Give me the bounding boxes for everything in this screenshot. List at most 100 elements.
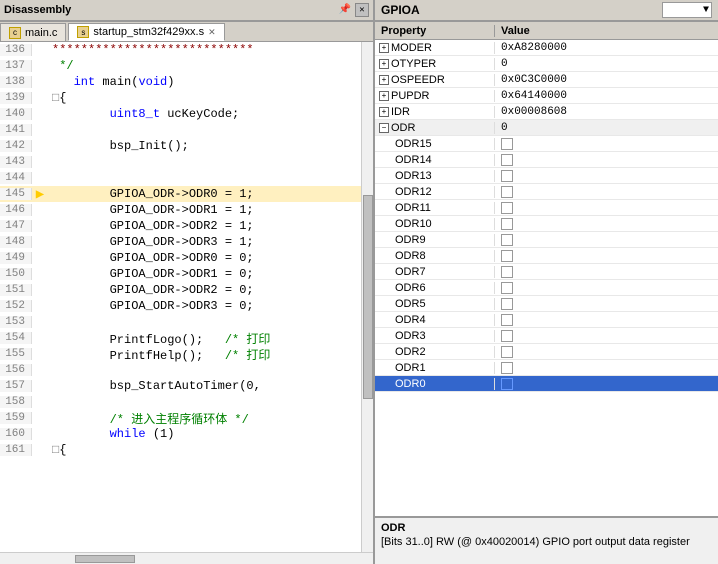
reg-value-otyper: 0 — [495, 58, 718, 70]
code-line-152[interactable]: 152 GPIOA_ODR->ODR3 = 0; — [0, 298, 361, 314]
reg-row-odr10[interactable]: ODR10 — [375, 216, 718, 232]
reg-row-odr2[interactable]: ODR2 — [375, 344, 718, 360]
code-horizontal-scrollbar[interactable] — [0, 552, 373, 564]
reg-info-name: ODR — [381, 522, 712, 534]
odr3-checkbox[interactable] — [501, 330, 513, 342]
odr11-checkbox[interactable] — [501, 202, 513, 214]
property-col-header: Property — [375, 25, 495, 37]
code-line-139[interactable]: 139 □{ — [0, 90, 361, 106]
reg-row-moder[interactable]: + MODER 0xA8280000 — [375, 40, 718, 56]
odr15-checkbox[interactable] — [501, 138, 513, 150]
reg-value-moder: 0xA8280000 — [495, 42, 718, 54]
odr6-checkbox[interactable] — [501, 282, 513, 294]
odr7-checkbox[interactable] — [501, 266, 513, 278]
code-line-146[interactable]: 146 GPIOA_ODR->ODR1 = 1; — [0, 202, 361, 218]
odr0-checkbox[interactable] — [501, 378, 513, 390]
code-line-154[interactable]: 154 PrintfLogo(); /* 打印 — [0, 330, 361, 346]
reg-row-odr11[interactable]: ODR11 — [375, 200, 718, 216]
scroll-track[interactable] — [362, 42, 373, 552]
odr10-checkbox[interactable] — [501, 218, 513, 230]
code-line-156[interactable]: 156 — [0, 362, 361, 378]
code-line-159[interactable]: 159 /* 进入主程序循环体 */ — [0, 410, 361, 426]
reg-row-odr13[interactable]: ODR13 — [375, 168, 718, 184]
odr9-checkbox[interactable] — [501, 234, 513, 246]
code-line-148[interactable]: 148 GPIOA_ODR->ODR3 = 1; — [0, 234, 361, 250]
h-scroll-track[interactable] — [0, 554, 373, 564]
reg-row-odr14[interactable]: ODR14 — [375, 152, 718, 168]
code-line-143[interactable]: 143 — [0, 154, 361, 170]
code-line-138[interactable]: 138 int main(void) — [0, 74, 361, 90]
reg-table-header: Property Value — [375, 22, 718, 40]
expand-icon-odr[interactable]: − — [379, 123, 389, 133]
reg-row-odr9[interactable]: ODR9 — [375, 232, 718, 248]
odr8-checkbox[interactable] — [501, 250, 513, 262]
code-line-155[interactable]: 155 PrintfHelp(); /* 打印 — [0, 346, 361, 362]
code-line-153[interactable]: 153 — [0, 314, 361, 330]
code-scroll-area[interactable]: 136 **************************** 137 */ … — [0, 42, 361, 552]
odr14-checkbox[interactable] — [501, 154, 513, 166]
disassembly-close-button[interactable]: ✕ — [355, 3, 369, 17]
reg-row-odr1[interactable]: ODR1 — [375, 360, 718, 376]
disassembly-tabs: c main.c s startup_stm32f429xx.s ✕ — [0, 22, 373, 42]
tab-startup[interactable]: s startup_stm32f429xx.s ✕ — [68, 23, 224, 41]
reg-row-odr4[interactable]: ODR4 — [375, 312, 718, 328]
expand-icon-otyper[interactable]: + — [379, 59, 389, 69]
register-scroll-area[interactable]: + MODER 0xA8280000 + OTYPER 0 + OSPEEDR — [375, 40, 718, 516]
code-line-161[interactable]: 161 □{ — [0, 442, 361, 458]
reg-row-odr12[interactable]: ODR12 — [375, 184, 718, 200]
code-line-136[interactable]: 136 **************************** — [0, 42, 361, 58]
tab-close-icon[interactable]: ✕ — [208, 27, 216, 38]
odr1-checkbox[interactable] — [501, 362, 513, 374]
odr4-checkbox[interactable] — [501, 314, 513, 326]
reg-row-ospeedr[interactable]: + OSPEEDR 0x0C3C0000 — [375, 72, 718, 88]
pin-icon[interactable]: 📌 — [339, 4, 351, 16]
odr2-checkbox[interactable] — [501, 346, 513, 358]
gpioa-header: GPIOA ▼ — [375, 0, 718, 22]
code-line-141[interactable]: 141 — [0, 122, 361, 138]
expand-icon-moder[interactable]: + — [379, 43, 389, 53]
reg-row-odr3[interactable]: ODR3 — [375, 328, 718, 344]
reg-row-odr7[interactable]: ODR7 — [375, 264, 718, 280]
reg-row-odr8[interactable]: ODR8 — [375, 248, 718, 264]
code-line-151[interactable]: 151 GPIOA_ODR->ODR2 = 0; — [0, 282, 361, 298]
code-line-147[interactable]: 147 GPIOA_ODR->ODR2 = 1; — [0, 218, 361, 234]
code-line-158[interactable]: 158 — [0, 394, 361, 410]
expand-icon-idr[interactable]: + — [379, 107, 389, 117]
tab-main-c[interactable]: c main.c — [0, 23, 66, 41]
h-scroll-thumb[interactable] — [75, 555, 135, 563]
code-line-157[interactable]: 157 bsp_StartAutoTimer(0, — [0, 378, 361, 394]
code-line-140[interactable]: 140 uint8_t ucKeyCode; — [0, 106, 361, 122]
value-col-header: Value — [495, 25, 530, 37]
scroll-thumb[interactable] — [363, 195, 373, 399]
gpioa-title: GPIOA — [381, 3, 662, 17]
reg-row-odr6[interactable]: ODR6 — [375, 280, 718, 296]
reg-row-odr[interactable]: − ODR 0 — [375, 120, 718, 136]
reg-row-odr15[interactable]: ODR15 — [375, 136, 718, 152]
code-line-144[interactable]: 144 — [0, 170, 361, 186]
reg-info-desc: [Bits 31..0] RW (@ 0x40020014) GPIO port… — [381, 536, 712, 548]
odr13-checkbox[interactable] — [501, 170, 513, 182]
reg-value-odr: 0 — [495, 122, 718, 134]
gpioa-dropdown[interactable]: ▼ — [662, 2, 712, 18]
code-line-142[interactable]: 142 bsp_Init(); — [0, 138, 361, 154]
disassembly-header: Disassembly 📌 ✕ — [0, 0, 373, 22]
reg-row-otyper[interactable]: + OTYPER 0 — [375, 56, 718, 72]
register-info: ODR [Bits 31..0] RW (@ 0x40020014) GPIO … — [375, 516, 718, 564]
main-c-file-icon: c — [9, 27, 21, 39]
code-line-160[interactable]: 160 while (1) — [0, 426, 361, 442]
code-line-145[interactable]: 145 ▶ GPIOA_ODR->ODR0 = 1; — [0, 186, 361, 202]
reg-row-pupdr[interactable]: + PUPDR 0x64140000 — [375, 88, 718, 104]
reg-row-odr0[interactable]: ODR0 — [375, 376, 718, 392]
reg-row-idr[interactable]: + IDR 0x00008608 — [375, 104, 718, 120]
code-line-149[interactable]: 149 GPIOA_ODR->ODR0 = 0; — [0, 250, 361, 266]
expand-icon-pupdr[interactable]: + — [379, 91, 389, 101]
odr5-checkbox[interactable] — [501, 298, 513, 310]
disassembly-title: Disassembly — [4, 4, 335, 16]
code-line-150[interactable]: 150 GPIOA_ODR->ODR1 = 0; — [0, 266, 361, 282]
expand-icon-ospeedr[interactable]: + — [379, 75, 389, 85]
reg-row-odr5[interactable]: ODR5 — [375, 296, 718, 312]
code-vertical-scrollbar[interactable] — [361, 42, 373, 552]
reg-value-ospeedr: 0x0C3C0000 — [495, 74, 718, 86]
code-line-137[interactable]: 137 */ — [0, 58, 361, 74]
odr12-checkbox[interactable] — [501, 186, 513, 198]
